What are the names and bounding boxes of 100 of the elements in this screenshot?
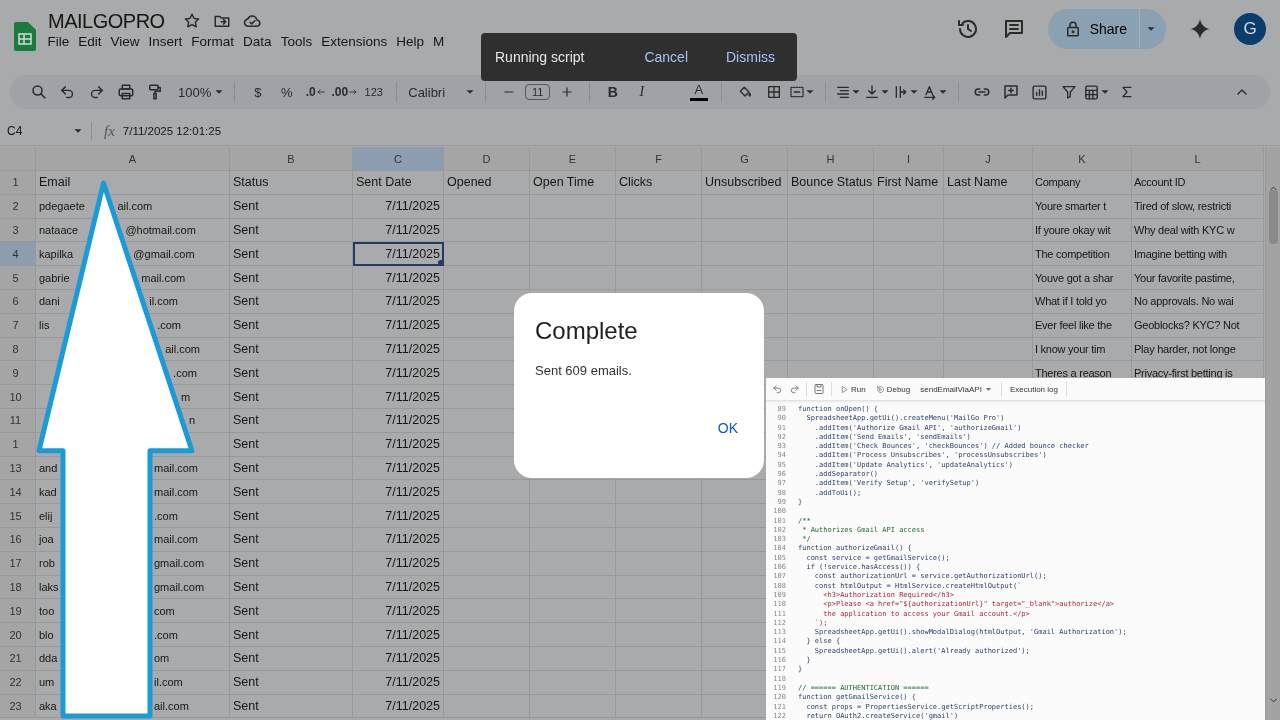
column-header[interactable]: D [444,147,530,171]
row-header[interactable]: 6 [0,290,36,314]
align-icon[interactable] [834,84,851,100]
increase-decimal[interactable]: .00 [331,85,349,99]
sheets-logo-icon[interactable] [14,22,36,51]
undo-icon[interactable] [59,83,76,101]
italic-toggle[interactable]: I [639,84,645,100]
zoom-select[interactable]: 100% [175,84,215,100]
row-header[interactable]: 17 [0,551,36,576]
borders-icon[interactable] [765,84,782,100]
decrease-decimal[interactable]: .0 [305,85,316,99]
row-header[interactable]: 16 [0,527,36,552]
column-header[interactable]: G [702,147,788,171]
font-select[interactable]: Calibri [405,84,449,100]
column-title: Sent Date [353,171,444,195]
font-size-field[interactable]: 11 [525,84,551,100]
row-header[interactable]: 20 [0,623,36,647]
chart-icon[interactable] [1031,83,1049,101]
email-text: ail.com [154,699,189,712]
number-format[interactable]: 123 [361,86,386,98]
name-box[interactable]: C4 [0,124,73,138]
menu-item[interactable]: File [43,32,74,51]
menu-item[interactable]: Help [391,32,429,51]
vertical-align-icon[interactable] [863,84,880,100]
row-header[interactable]: 8 [0,337,36,362]
plus-icon[interactable] [559,85,574,99]
row-header[interactable]: 19 [0,599,36,624]
account-avatar[interactable]: G [1234,13,1266,45]
percent-format[interactable]: % [277,84,296,100]
menu-item[interactable]: Extensions [316,32,392,51]
star-icon[interactable] [182,12,201,30]
scrollbar-thumb[interactable] [1269,190,1278,244]
row-header[interactable]: 2 [0,194,36,219]
row-header[interactable]: 14 [0,480,36,505]
row-header[interactable]: 22 [0,670,36,695]
column-header[interactable]: J [944,147,1033,171]
row-header[interactable]: 15 [0,504,36,528]
snackbar-action[interactable]: Cancel [636,45,696,69]
table-cell: 7/11/2025 [353,527,444,552]
history-icon[interactable] [955,17,980,41]
arrow-right-icon[interactable] [348,87,359,97]
formula-field[interactable]: 7/11/2025 12:01:25 [122,125,222,137]
column-header[interactable]: L [1132,147,1264,171]
menu-item[interactable]: Format [186,32,239,51]
debug-button[interactable]: Debug [873,382,913,396]
column-header[interactable]: I [874,147,944,171]
menu-item[interactable]: Edit [73,32,107,51]
menu-item[interactable]: View [106,32,145,51]
run-button[interactable]: Run [838,382,868,396]
redo-icon[interactable] [88,83,105,101]
row-header[interactable]: 3 [0,218,36,243]
column-header[interactable]: B [230,147,353,171]
row-header[interactable]: 7 [0,313,36,338]
menu-item[interactable]: M [428,32,449,51]
menu-item[interactable]: Data [238,32,277,51]
row-header[interactable]: 11 [0,408,36,433]
text-color-picker[interactable]: A [689,83,708,101]
save-icon[interactable] [813,383,825,395]
filter-icon[interactable] [1060,84,1077,100]
column-header[interactable]: A [36,147,230,171]
redo-icon[interactable] [789,383,800,395]
email-text: n [189,414,196,427]
row-header[interactable]: 4 [0,242,36,267]
column-title: Status [230,171,353,195]
row-header[interactable]: 18 [0,575,36,600]
table-cell: What if I told yo [1033,290,1132,314]
snackbar-action[interactable]: Dismiss [718,45,783,69]
menu-item[interactable]: Insert [144,32,187,51]
table-cell: Sent [230,242,353,267]
currency-format[interactable]: $ [251,84,265,100]
row-header[interactable]: 5 [0,266,36,290]
column-header[interactable]: C [353,147,444,171]
arrow-left-icon[interactable] [315,87,326,97]
row-header[interactable]: 1 [0,432,36,457]
column-header[interactable]: E [530,147,616,171]
row-header[interactable]: 23 [0,694,36,719]
row-header[interactable]: 13 [0,456,36,481]
row-header[interactable]: 9 [0,361,36,386]
debug-icon [875,384,885,394]
column-header[interactable]: F [616,147,702,171]
text-rotate-icon[interactable] [921,84,938,100]
function-select[interactable]: sendEmailViaAPI [918,382,995,396]
calculator-icon[interactable] [1083,83,1101,101]
undo-icon[interactable] [772,383,783,395]
row-header[interactable]: 21 [0,646,36,671]
merge-cells-icon[interactable] [788,84,805,100]
row-header[interactable]: 1 [0,171,36,195]
ok-button[interactable]: OK [705,414,750,442]
share-button[interactable]: Share [1047,9,1166,49]
table-cell: Sent [230,670,353,695]
row-header[interactable]: 10 [0,385,36,409]
search-icon[interactable] [29,83,48,101]
column-header[interactable]: H [788,147,874,171]
column-title: Company [1033,171,1132,195]
column-header[interactable]: K [1033,147,1132,171]
add-comment-icon[interactable] [1001,83,1020,101]
document-title[interactable]: MAILGOPRO [48,9,165,33]
menu-item[interactable]: Tools [276,32,317,51]
bold-toggle[interactable]: B [607,84,618,100]
print-icon[interactable] [116,83,135,101]
